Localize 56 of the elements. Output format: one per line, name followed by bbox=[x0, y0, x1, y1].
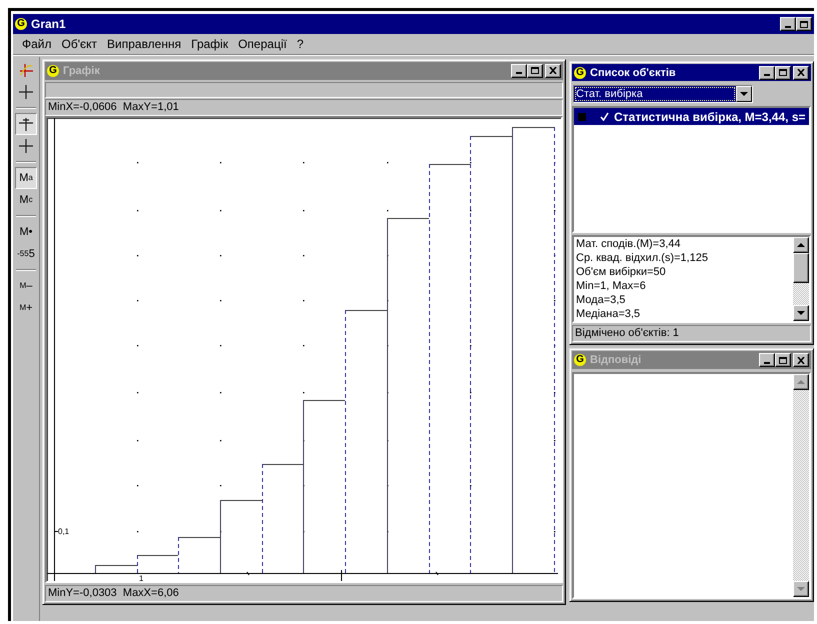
app-logo-icon: G bbox=[574, 354, 586, 366]
down-arrow-icon bbox=[797, 311, 805, 315]
min-button[interactable] bbox=[759, 66, 775, 80]
app-logo-icon: G bbox=[15, 18, 27, 30]
scroll-down-button[interactable] bbox=[793, 581, 809, 597]
down-arrow-icon bbox=[797, 587, 805, 591]
up-arrow-icon bbox=[797, 380, 805, 384]
maximize-icon bbox=[779, 69, 787, 76]
scrollbar[interactable] bbox=[793, 237, 809, 321]
max-button[interactable] bbox=[796, 17, 812, 31]
info-line: Об'єм вибірки=50 bbox=[576, 265, 667, 279]
menu-item[interactable]: ? bbox=[292, 37, 309, 51]
scrollbar[interactable] bbox=[793, 374, 809, 597]
scroll-down-button[interactable] bbox=[793, 305, 809, 321]
maximize-icon bbox=[779, 356, 787, 364]
menu-item[interactable]: Операції bbox=[233, 37, 292, 51]
scroll-thumb[interactable] bbox=[793, 253, 809, 283]
info-line: Мода=3,5 bbox=[576, 293, 626, 307]
scroll-up-button[interactable] bbox=[793, 237, 809, 253]
max-button[interactable] bbox=[775, 66, 791, 80]
info-line: Медіана=3,5 bbox=[576, 307, 642, 321]
min-button[interactable] bbox=[780, 17, 796, 31]
close-icon bbox=[797, 69, 805, 76]
menu-item[interactable]: Об'єкт bbox=[56, 37, 102, 51]
window-title: Список об'єктів bbox=[590, 66, 676, 79]
app-logo-icon: G bbox=[574, 66, 586, 79]
scroll-up-button[interactable] bbox=[793, 374, 809, 390]
window-title: Відповіді bbox=[590, 354, 642, 366]
up-arrow-icon bbox=[797, 243, 805, 247]
maximize-icon bbox=[531, 67, 539, 74]
close-icon bbox=[797, 356, 805, 364]
window-title: Графік bbox=[63, 64, 100, 77]
tool-button[interactable] bbox=[15, 113, 37, 135]
info-line: Ср. квад. відхил.(s)=1,125 bbox=[576, 251, 709, 265]
crosshair-icon bbox=[18, 84, 34, 100]
tick-label: 0,1 bbox=[58, 526, 70, 536]
axes-icon bbox=[18, 62, 34, 78]
tick-label: 1 bbox=[139, 574, 144, 581]
info-line: Мат. сподів.(M)=3,44 bbox=[576, 237, 682, 251]
crosshair-icon bbox=[18, 116, 34, 132]
status-text: Відмічено об'єктів: 1 bbox=[572, 325, 811, 342]
menu-item[interactable]: Файл bbox=[17, 37, 57, 51]
crosshair-icon bbox=[18, 138, 34, 154]
status-text: MinX=-0,0606 MaxY=1,01 bbox=[45, 98, 563, 116]
type-dropdown[interactable]: Стат. вибірка bbox=[573, 85, 753, 104]
object-list-item[interactable]: Статистична вибірка, M=3,44, s= bbox=[574, 108, 809, 126]
app-logo-icon: G bbox=[47, 64, 59, 77]
maximize-icon bbox=[800, 20, 808, 28]
menu-item[interactable]: Виправлення bbox=[102, 37, 186, 51]
status-text: MinY=-0,0303 MaxX=6,06 bbox=[45, 585, 563, 602]
info-line: Min=1, Max=6 bbox=[576, 279, 647, 293]
window-title: Gran1 bbox=[31, 17, 66, 31]
close-icon bbox=[549, 67, 557, 74]
menu-item[interactable]: Графік bbox=[186, 37, 234, 51]
dropdown-arrow-icon bbox=[740, 92, 748, 96]
close-button[interactable] bbox=[793, 66, 809, 80]
